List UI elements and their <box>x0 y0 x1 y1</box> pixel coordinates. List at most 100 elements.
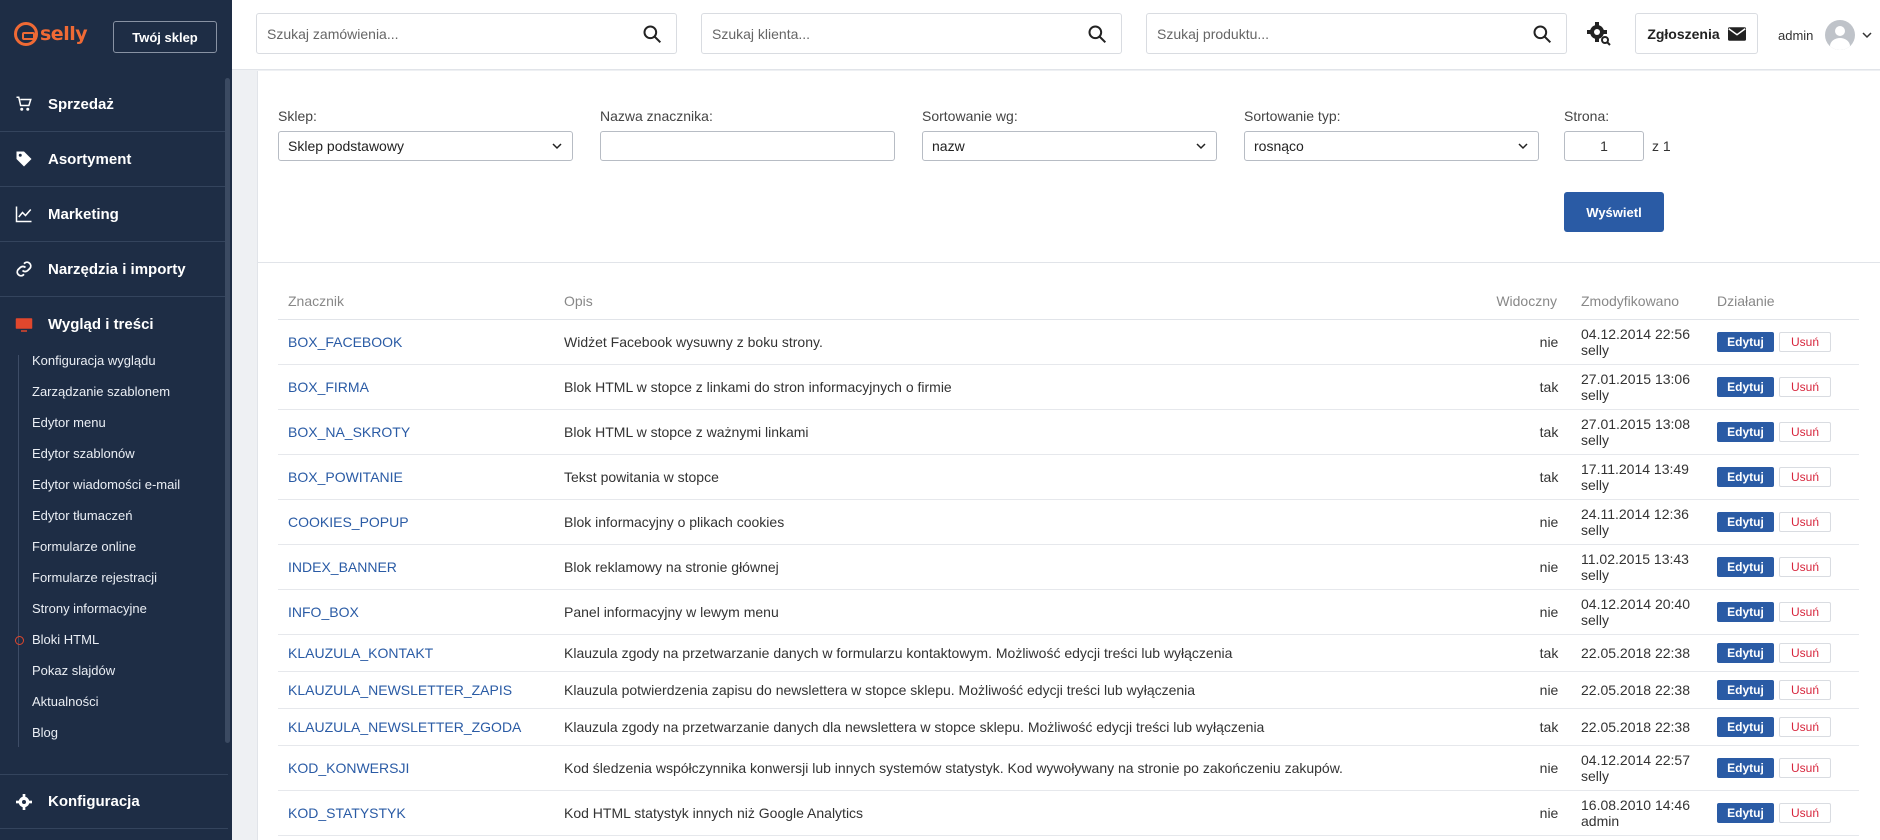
submenu-item-slideshow[interactable]: Pokaz slajdów <box>0 655 228 686</box>
search-orders-input[interactable] <box>257 14 676 53</box>
sort-type-select[interactable]: rosnąco <box>1244 131 1539 161</box>
row-modified: 27.01.2015 13:06 selly <box>1569 371 1717 403</box>
table-body: BOX_FACEBOOK Widżet Facebook wysuwny z bo… <box>278 320 1859 836</box>
filter-tag-name: Nazwa znacznika: <box>600 108 895 161</box>
row-tag-link[interactable]: KLAUZULA_NEWSLETTER_ZAPIS <box>278 682 554 698</box>
nav-section-appearance[interactable]: Wygląd i treści <box>0 297 228 352</box>
row-modified: 17.11.2014 13:49 selly <box>1569 461 1717 493</box>
edit-button[interactable]: Edytuj <box>1717 717 1774 737</box>
col-header-description[interactable]: Opis <box>554 293 1451 309</box>
edit-button[interactable]: Edytuj <box>1717 680 1774 700</box>
delete-button[interactable]: Usuń <box>1779 758 1831 778</box>
edit-button[interactable]: Edytuj <box>1717 803 1774 823</box>
submenu-item-online-forms[interactable]: Formularze online <box>0 531 228 562</box>
row-visible: nie <box>1539 604 1559 620</box>
filter-shop-label: Sklep: <box>278 108 317 124</box>
submenu-item-appearance-config[interactable]: Konfiguracja wyglądu <box>0 345 228 376</box>
nav-section-marketing[interactable]: Marketing <box>0 187 228 242</box>
row-tag-link[interactable]: KLAUZULA_NEWSLETTER_ZGODA <box>278 719 554 735</box>
edit-button[interactable]: Edytuj <box>1717 643 1774 663</box>
submenu-item-html-blocks[interactable]: Bloki HTML <box>0 624 228 655</box>
settings-search-icon[interactable] <box>1587 22 1611 46</box>
delete-button[interactable]: Usuń <box>1779 643 1831 663</box>
row-tag-link[interactable]: BOX_NA_SKROTY <box>278 424 554 440</box>
nav-section-label: Wygląd i treści <box>48 316 154 333</box>
col-header-modified[interactable]: Zmodyfikowano <box>1569 293 1717 309</box>
sidebar-scrollbar[interactable] <box>225 78 230 743</box>
page-input[interactable]: 1 <box>1564 131 1644 161</box>
row-modified-user: selly <box>1581 432 1610 448</box>
tag-name-input[interactable] <box>610 138 885 154</box>
submenu-item-info-pages[interactable]: Strony informacyjne <box>0 593 228 624</box>
submenu-item-registration-forms[interactable]: Formularze rejestracji <box>0 562 228 593</box>
row-modified-date: 17.11.2014 13:49 <box>1581 461 1689 477</box>
row-tag-link[interactable]: INFO_BOX <box>278 604 554 620</box>
delete-button[interactable]: Usuń <box>1779 422 1831 442</box>
submenu-item-template-management[interactable]: Zarządzanie szablonem <box>0 376 228 407</box>
row-tag-link[interactable]: KLAUZULA_KONTAKT <box>278 645 554 661</box>
show-button[interactable]: Wyświetl <box>1564 192 1664 232</box>
row-tag-link[interactable]: COOKIES_POPUP <box>278 514 554 530</box>
edit-button[interactable]: Edytuj <box>1717 758 1774 778</box>
row-visible: nie <box>1539 682 1559 698</box>
delete-button[interactable]: Usuń <box>1779 467 1831 487</box>
edit-button[interactable]: Edytuj <box>1717 332 1774 352</box>
edit-button[interactable]: Edytuj <box>1717 467 1774 487</box>
submenu-item-menu-editor[interactable]: Edytor menu <box>0 407 228 438</box>
delete-button[interactable]: Usuń <box>1779 680 1831 700</box>
row-tag-link[interactable]: BOX_POWITANIE <box>278 469 554 485</box>
submenu-item-email-editor[interactable]: Edytor wiadomości e-mail <box>0 469 228 500</box>
search-products-input[interactable] <box>1147 14 1566 53</box>
row-tag-link[interactable]: BOX_FACEBOOK <box>278 334 554 350</box>
edit-button[interactable]: Edytuj <box>1717 377 1774 397</box>
submenu-item-template-editor[interactable]: Edytor szablonów <box>0 438 228 469</box>
delete-button[interactable]: Usuń <box>1779 803 1831 823</box>
nav-section-configuration[interactable]: Konfiguracja <box>0 774 228 829</box>
submenu-item-blog[interactable]: Blog <box>0 717 228 748</box>
row-modified-user: selly <box>1581 477 1610 493</box>
delete-button[interactable]: Usuń <box>1779 377 1831 397</box>
search-icon[interactable] <box>642 24 662 44</box>
filter-sort-type-label: Sortowanie typ: <box>1244 108 1341 124</box>
row-modified: 22.05.2018 22:38 <box>1569 682 1717 698</box>
delete-button[interactable]: Usuń <box>1779 602 1831 622</box>
row-tag-link[interactable]: INDEX_BANNER <box>278 559 554 575</box>
edit-button[interactable]: Edytuj <box>1717 557 1774 577</box>
row-modified: 04.12.2014 22:56 selly <box>1569 326 1717 358</box>
delete-button[interactable]: Usuń <box>1779 512 1831 532</box>
submenu-item-news[interactable]: Aktualności <box>0 686 228 717</box>
col-header-actions: Działanie <box>1717 293 1775 309</box>
row-actions: Edytuj Usuń <box>1717 680 1859 700</box>
search-icon[interactable] <box>1532 24 1552 44</box>
shop-select[interactable]: Sklep podstawowy <box>278 131 573 161</box>
delete-button[interactable]: Usuń <box>1779 332 1831 352</box>
row-modified: 04.12.2014 22:57 selly <box>1569 752 1717 784</box>
delete-button[interactable]: Usuń <box>1779 717 1831 737</box>
user-menu[interactable]: admin <box>1778 20 1873 50</box>
nav-section-tools[interactable]: Narzędzia i importy <box>0 242 228 297</box>
row-visible: tak <box>1539 469 1559 485</box>
row-modified: 04.12.2014 20:40 selly <box>1569 596 1717 628</box>
submenu-item-translation-editor[interactable]: Edytor tłumaczeń <box>0 500 228 531</box>
row-actions: Edytuj Usuń <box>1717 377 1859 397</box>
row-tag-link[interactable]: KOD_KONWERSJI <box>278 760 554 776</box>
col-header-visible[interactable]: Widoczny <box>1451 293 1569 309</box>
search-clients <box>701 13 1122 54</box>
row-actions: Edytuj Usuń <box>1717 643 1859 663</box>
search-clients-input[interactable] <box>702 14 1121 53</box>
delete-button[interactable]: Usuń <box>1779 557 1831 577</box>
tickets-button[interactable]: Zgłoszenia <box>1635 13 1758 54</box>
edit-button[interactable]: Edytuj <box>1717 512 1774 532</box>
search-icon[interactable] <box>1087 24 1107 44</box>
nav-section-assortment[interactable]: Asortyment <box>0 132 228 187</box>
edit-button[interactable]: Edytuj <box>1717 422 1774 442</box>
row-tag-link[interactable]: KOD_STATYSTYK <box>278 805 554 821</box>
nav-section-sales[interactable]: Sprzedaż <box>0 77 228 132</box>
selly-logo[interactable]: selly <box>14 22 88 46</box>
edit-button[interactable]: Edytuj <box>1717 602 1774 622</box>
row-tag-link[interactable]: BOX_FIRMA <box>278 379 554 395</box>
col-header-tag[interactable]: Znacznik <box>278 293 554 309</box>
sort-by-select[interactable]: nazw <box>922 131 1217 161</box>
your-shop-button[interactable]: Twój sklep <box>113 21 217 53</box>
nav-section-label: Konfiguracja <box>48 793 140 810</box>
